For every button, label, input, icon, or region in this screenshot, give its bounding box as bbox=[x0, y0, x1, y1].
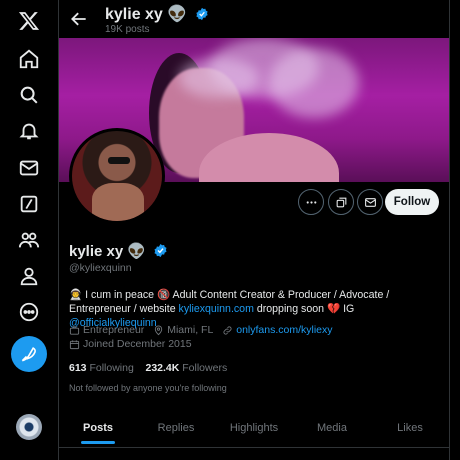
followers-count: 232.4K bbox=[145, 362, 180, 374]
category-item: Entrepreneur bbox=[69, 324, 144, 336]
sidebar bbox=[0, 0, 58, 460]
tab-label: Likes bbox=[397, 422, 423, 434]
calendar-icon bbox=[69, 339, 80, 349]
header-name: kylie xy 👽 bbox=[105, 4, 209, 24]
tab-label: Highlights bbox=[229, 422, 279, 434]
category-text: Entrepreneur bbox=[83, 324, 145, 336]
banner-smoke bbox=[179, 58, 259, 98]
profile-icon[interactable] bbox=[14, 261, 44, 291]
profile-handle: @kyliexquinn bbox=[69, 262, 132, 274]
website-item: onlyfans.com/kyliexy bbox=[222, 324, 333, 336]
avatar-glasses bbox=[108, 157, 130, 164]
verified-badge-icon bbox=[196, 7, 208, 21]
profile-name: kylie xy 👽 bbox=[69, 242, 168, 260]
followers-label: Followers bbox=[182, 362, 228, 374]
follow-button[interactable]: Follow bbox=[385, 189, 439, 215]
followers-link[interactable]: 232.4K Followers bbox=[145, 362, 227, 374]
location-item: Miami, FL bbox=[153, 324, 213, 336]
post-count: 19K posts bbox=[105, 24, 150, 35]
tab-label: Posts bbox=[83, 422, 113, 434]
active-tab-indicator bbox=[81, 441, 115, 444]
message-button[interactable] bbox=[357, 189, 383, 215]
joined-date: Joined December 2015 bbox=[69, 338, 192, 350]
compose-button[interactable] bbox=[11, 336, 47, 372]
not-followed-note: Not followed by anyone you're following bbox=[69, 383, 227, 393]
tab-media[interactable]: Media bbox=[293, 408, 371, 448]
tab-replies[interactable]: Replies bbox=[137, 408, 215, 448]
joined-text: Joined December 2015 bbox=[83, 338, 192, 350]
search-icon[interactable] bbox=[14, 80, 44, 110]
location-text: Miami, FL bbox=[167, 324, 214, 336]
profile-avatar[interactable] bbox=[69, 128, 165, 224]
mail-icon bbox=[364, 197, 376, 207]
profile-tabs: Posts Replies Highlights Media Likes bbox=[59, 408, 449, 448]
mail-icon[interactable] bbox=[14, 153, 44, 183]
bell-icon[interactable] bbox=[14, 116, 44, 146]
tab-likes[interactable]: Likes bbox=[371, 408, 449, 448]
avatar-body bbox=[92, 183, 144, 221]
following-label: Following bbox=[89, 362, 134, 374]
communities-icon[interactable] bbox=[14, 225, 44, 255]
profile-meta: Entrepreneur Miami, FL onlyfans.com/kyli… bbox=[69, 324, 339, 339]
grok-analyze-button[interactable] bbox=[328, 189, 354, 215]
tab-label: Replies bbox=[157, 422, 195, 434]
profile-column: kylie xy 👽 19K posts Follow kylie xy 👽 @… bbox=[59, 0, 449, 460]
bio-text-middle: dropping soon 💔 IG bbox=[253, 303, 355, 315]
following-count: 613 bbox=[69, 362, 87, 374]
profile-name-text: kylie xy 👽 bbox=[69, 243, 147, 260]
back-arrow-icon[interactable] bbox=[69, 9, 89, 29]
banner-smoke bbox=[269, 48, 359, 118]
ellipsis-icon bbox=[306, 200, 316, 204]
compose-icon bbox=[21, 347, 36, 362]
x-logo-icon[interactable] bbox=[14, 6, 44, 36]
bio-website-link[interactable]: kyliexquinn.com bbox=[179, 303, 254, 315]
link-icon bbox=[223, 325, 232, 335]
profile-header-bar: kylie xy 👽 19K posts bbox=[59, 0, 449, 38]
website-link[interactable]: onlyfans.com/kyliexy bbox=[236, 324, 332, 336]
tab-highlights[interactable]: Highlights bbox=[215, 408, 293, 448]
column-divider bbox=[449, 0, 450, 460]
verified-badge-icon bbox=[154, 243, 167, 258]
tab-posts[interactable]: Posts bbox=[59, 408, 137, 448]
header-name-text: kylie xy 👽 bbox=[105, 6, 188, 23]
home-icon[interactable] bbox=[14, 44, 44, 74]
more-icon[interactable] bbox=[14, 297, 44, 327]
following-link[interactable]: 613 Following bbox=[69, 362, 134, 374]
account-avatar[interactable] bbox=[16, 414, 42, 440]
location-pin-icon bbox=[155, 325, 163, 335]
grok-analyze-icon bbox=[336, 197, 346, 207]
tab-label: Media bbox=[317, 422, 347, 434]
tabs-divider bbox=[59, 447, 449, 448]
more-options-button[interactable] bbox=[298, 189, 324, 215]
follow-stats: 613 Following 232.4K Followers bbox=[69, 362, 227, 374]
grok-icon[interactable] bbox=[14, 189, 44, 219]
briefcase-icon bbox=[69, 325, 80, 335]
